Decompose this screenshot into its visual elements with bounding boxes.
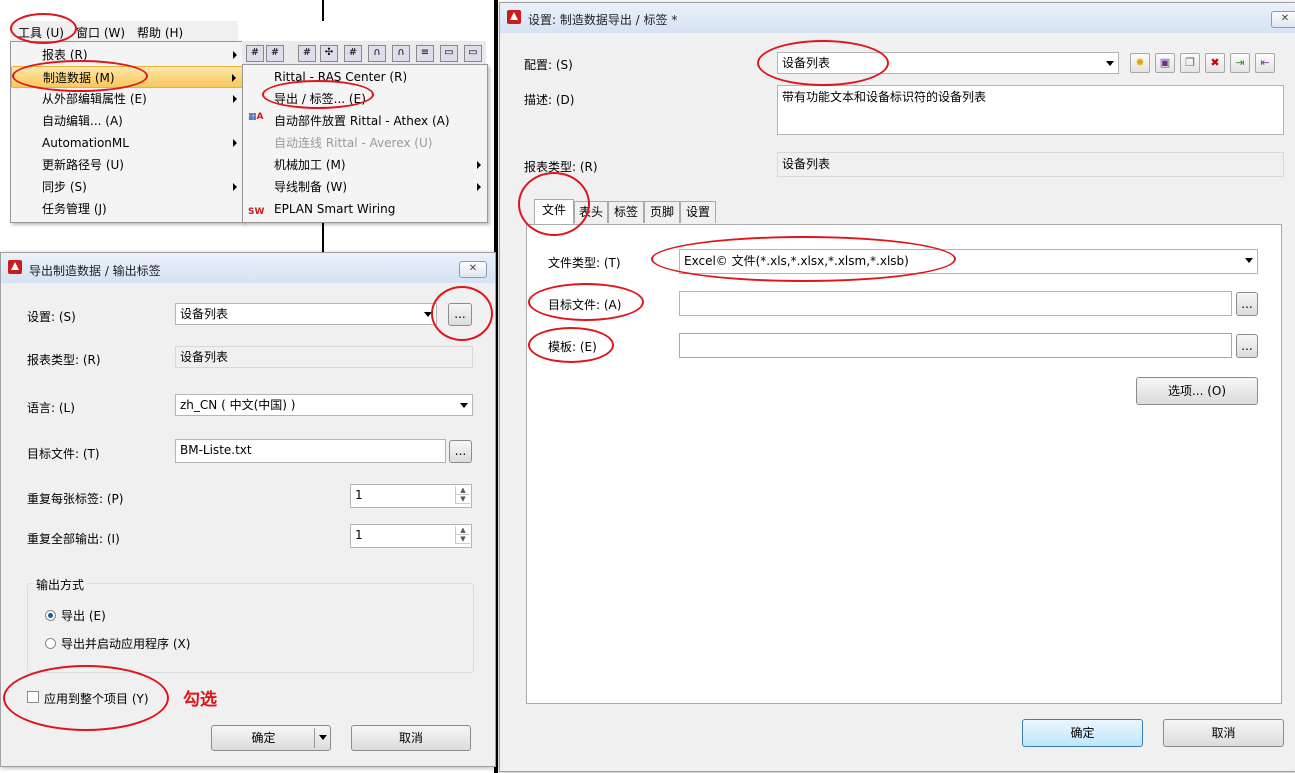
repeat-all-stepper[interactable]: 1 ▲ ▼ <box>350 524 472 548</box>
radio-export-launch-label[interactable]: 导出并启动应用程序 (X) <box>61 635 190 652</box>
highlight-ellipse <box>262 80 374 109</box>
menu-item-external-edit[interactable]: 从外部编辑属性 (E) <box>11 88 243 110</box>
file-type-label: 文件类型: (T) <box>548 256 621 270</box>
highlight-ellipse <box>757 40 889 86</box>
backdrop-strip-mid <box>322 222 324 252</box>
grid-icon: # <box>266 45 284 62</box>
eplan-icon <box>507 10 521 24</box>
athex-icon: ▦A <box>248 112 264 122</box>
tab-footer[interactable]: 页脚 <box>644 201 680 223</box>
highlight-ellipse <box>518 172 590 236</box>
highlight-ellipse <box>528 327 614 363</box>
target-file-browse-button[interactable]: ... <box>1236 292 1258 316</box>
radio-export-label[interactable]: 导出 (E) <box>61 607 106 624</box>
highlight-ellipse <box>431 286 493 341</box>
import-icon[interactable]: ⇥ <box>1230 53 1250 73</box>
backdrop-strip-top <box>322 0 324 21</box>
annotation-check-note: 勾选 <box>183 690 217 710</box>
target-file-input[interactable]: BM-Liste.txt <box>175 439 446 463</box>
settings-dialog-title: 设置: 制造数据导出 / 标签 * <box>528 13 678 27</box>
output-mode-title: 输出方式 <box>33 576 88 593</box>
grid-icon: # <box>344 45 362 62</box>
export-icon[interactable]: ⇤ <box>1255 53 1275 73</box>
settings-select[interactable]: 设备列表 <box>175 303 437 325</box>
new-icon[interactable]: ✸ <box>1130 53 1150 73</box>
report-type-value: 设备列表 <box>175 346 473 368</box>
submenu-item-averex: 自动连线 Rittal - Averex (U) <box>274 136 433 150</box>
background-toolbar: # # # ✣ # ∩ ∩ ≡ ▭ ▭ <box>242 41 486 65</box>
language-select[interactable]: zh_CN ( 中文(中国) ) <box>175 394 473 416</box>
radio-export[interactable] <box>45 610 56 621</box>
tab-settings[interactable]: 设置 <box>680 201 716 223</box>
settings-label: 设置: (S) <box>27 310 76 324</box>
chevron-down-icon <box>1106 61 1114 66</box>
menu-item-sync[interactable]: 同步 (S) <box>11 176 243 198</box>
layout-icon: ▭ <box>464 45 482 62</box>
description-input[interactable]: 带有功能文本和设备标识符的设备列表 <box>777 85 1284 135</box>
layout-icon: ≡ <box>416 45 434 62</box>
repeat-label-stepper[interactable]: 1 ▲ ▼ <box>350 484 472 508</box>
export-cancel-button[interactable]: 取消 <box>351 725 471 751</box>
magnet-icon: ∩ <box>392 45 410 62</box>
settings-dialog-titlebar: 设置: 制造数据导出 / 标签 * ✕ <box>500 3 1295 33</box>
export-ok-button[interactable]: 确定 <box>211 725 331 751</box>
delete-icon[interactable]: ✖ <box>1205 53 1225 73</box>
options-button[interactable]: 选项... (O) <box>1136 377 1258 405</box>
highlight-ellipse <box>528 283 644 321</box>
highlight-ellipse <box>12 60 148 92</box>
highlight-ellipse <box>3 665 169 731</box>
highlight-ellipse <box>651 236 956 282</box>
smart-wiring-icon: SW <box>248 207 265 217</box>
output-mode-group: 输出方式 导出 (E) 导出并启动应用程序 (X) <box>27 576 474 673</box>
menu-window[interactable]: 窗口 (W) <box>76 24 125 41</box>
export-dialog-title: 导出制造数据 / 输出标签 <box>29 264 161 278</box>
target-file-label: 目标文件: (T) <box>27 447 100 461</box>
export-dialog-titlebar: 导出制造数据 / 输出标签 ✕ <box>1 253 495 283</box>
chevron-down-icon <box>1245 258 1253 263</box>
chevron-down-icon <box>460 403 468 408</box>
submenu-item-wire-prep[interactable]: 导线制备 (W) <box>243 176 487 198</box>
config-label: 配置: (S) <box>524 58 573 72</box>
save-icon[interactable]: ▣ <box>1155 53 1175 73</box>
menu-item-automationml[interactable]: AutomationML <box>11 132 243 154</box>
submenu-item-machining[interactable]: 机械加工 (M) <box>243 154 487 176</box>
menu-item-auto-edit[interactable]: 自动编辑... (A) <box>11 110 243 132</box>
settings-dialog: 设置: 制造数据导出 / 标签 * ✕ 配置: (S) 设备列表 ✸ ▣ ❐ ✖… <box>499 2 1295 772</box>
layout-icon: ▭ <box>440 45 458 62</box>
submenu-item-athex[interactable]: ▦A 自动部件放置 Rittal - Athex (A) <box>243 110 487 132</box>
spinner-icon[interactable]: ▲ ▼ <box>455 486 470 504</box>
highlight-ellipse <box>10 13 77 44</box>
radio-export-launch[interactable] <box>45 638 56 649</box>
close-icon[interactable]: ✕ <box>459 261 487 278</box>
template-browse-button[interactable]: ... <box>1236 334 1258 358</box>
report-type-label: 报表类型: (R) <box>27 353 101 367</box>
menu-item-task-management[interactable]: 任务管理 (J) <box>11 198 243 220</box>
repeat-all-label: 重复全部输出: (I) <box>27 532 120 546</box>
split-divider <box>314 728 315 748</box>
report-type-value: 设备列表 <box>777 152 1284 177</box>
submenu-item-smart-wiring[interactable]: SW EPLAN Smart Wiring <box>243 198 487 220</box>
spinner-icon[interactable]: ▲ ▼ <box>455 526 470 544</box>
close-icon[interactable]: ✕ <box>1271 11 1295 28</box>
menu-item-update-path[interactable]: 更新路径号 (U) <box>11 154 243 176</box>
snap-icon: ✣ <box>320 45 338 62</box>
target-file-browse-button[interactable]: ... <box>449 440 472 463</box>
chevron-down-icon[interactable] <box>319 735 327 740</box>
settings-cancel-button[interactable]: 取消 <box>1163 719 1284 747</box>
eplan-icon <box>8 260 22 274</box>
menu-help[interactable]: 帮助 (H) <box>137 24 183 41</box>
language-label: 语言: (L) <box>27 401 75 415</box>
target-file-input[interactable] <box>679 291 1232 316</box>
copy-icon[interactable]: ❐ <box>1180 53 1200 73</box>
grid-icon: # <box>246 45 264 62</box>
tab-label[interactable]: 标签 <box>608 201 644 223</box>
repeat-label-label: 重复每张标签: (P) <box>27 492 124 506</box>
template-input[interactable] <box>679 333 1232 358</box>
settings-ok-button[interactable]: 确定 <box>1022 719 1143 747</box>
description-label: 描述: (D) <box>524 93 575 107</box>
magnet-icon: ∩ <box>368 45 386 62</box>
grid-icon: # <box>298 45 316 62</box>
